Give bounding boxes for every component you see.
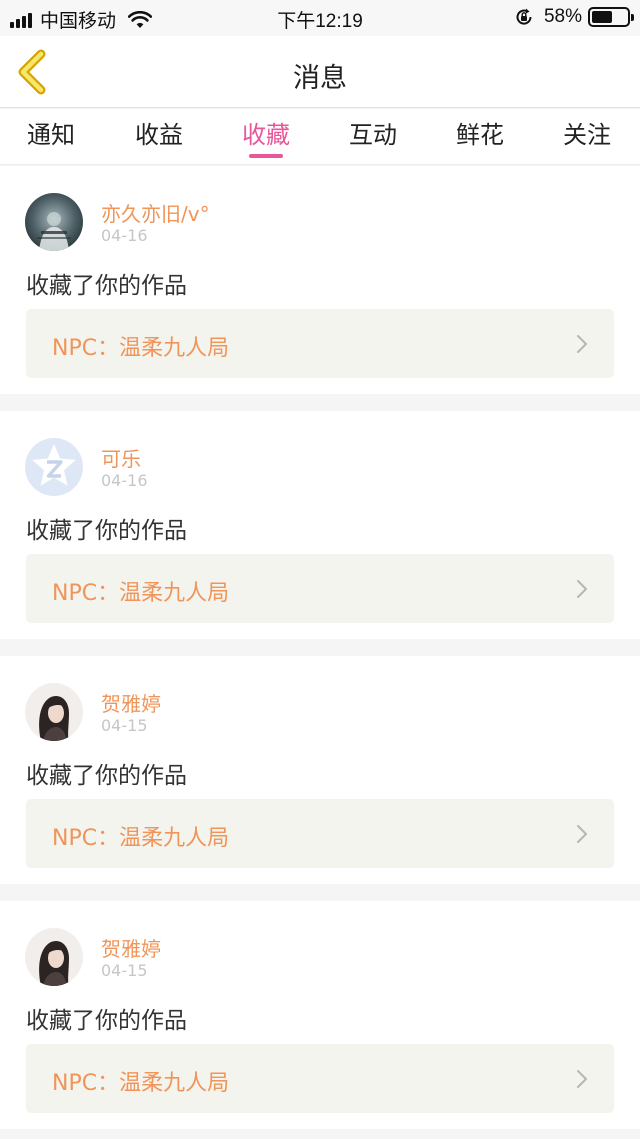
timestamp: 04-16 xyxy=(101,226,148,245)
work-link[interactable]: NPC：温柔九人局 xyxy=(26,799,614,868)
avatar-photo-girl xyxy=(25,683,83,741)
username[interactable]: 贺雅婷 xyxy=(101,688,161,717)
avatar-photo-girl xyxy=(25,928,83,986)
tab-bar: 通知 收益 收藏 互动 鲜花 关注 xyxy=(0,109,640,165)
tab-label: 收益 xyxy=(135,121,183,149)
work-title: NPC：温柔九人局 xyxy=(52,336,230,361)
list-item: 亦久亦旧/v° 04-16 收藏了你的作品 NPC：温柔九人局 xyxy=(0,166,640,394)
rotation-lock-icon xyxy=(516,8,532,25)
work-title: NPC：温柔九人局 xyxy=(52,1071,230,1096)
tab-interaction[interactable]: 互动 xyxy=(323,115,423,150)
default-avatar-icon xyxy=(25,438,83,496)
list-item: 贺雅婷 04-15 收藏了你的作品 NPC：温柔九人局 xyxy=(0,656,640,884)
chevron-right-icon xyxy=(577,825,587,843)
tab-favorites[interactable]: 收藏 xyxy=(216,115,316,158)
battery-percent: 58% xyxy=(543,6,582,27)
tab-indicator xyxy=(249,154,283,158)
work-link[interactable]: NPC：温柔九人局 xyxy=(26,554,614,623)
tab-label: 鲜花 xyxy=(456,121,504,149)
tab-label: 通知 xyxy=(27,121,75,149)
work-title: NPC：温柔九人局 xyxy=(52,581,230,606)
tab-income[interactable]: 收益 xyxy=(109,115,209,150)
action-text: 收藏了你的作品 xyxy=(26,273,187,299)
username[interactable]: 亦久亦旧/v° xyxy=(101,198,210,227)
username[interactable]: 贺雅婷 xyxy=(101,933,161,962)
list-item: 可乐 04-16 收藏了你的作品 NPC：温柔九人局 xyxy=(0,411,640,639)
tab-flowers[interactable]: 鲜花 xyxy=(430,115,530,150)
timestamp: 04-15 xyxy=(101,961,148,980)
tab-follow[interactable]: 关注 xyxy=(537,115,637,150)
battery-level xyxy=(592,11,612,23)
avatar[interactable] xyxy=(25,438,83,496)
timestamp: 04-16 xyxy=(101,471,148,490)
chevron-right-icon xyxy=(577,1070,587,1088)
work-link[interactable]: NPC：温柔九人局 xyxy=(26,309,614,378)
status-right: 58% xyxy=(514,6,634,28)
avatar[interactable] xyxy=(25,683,83,741)
action-text: 收藏了你的作品 xyxy=(26,518,187,544)
avatar[interactable] xyxy=(25,193,83,251)
work-title: NPC：温柔九人局 xyxy=(52,826,230,851)
avatar[interactable] xyxy=(25,928,83,986)
timestamp: 04-15 xyxy=(101,716,148,735)
tab-notice[interactable]: 通知 xyxy=(1,115,101,150)
tab-label: 收藏 xyxy=(242,121,290,149)
navigation-bar: 消息 xyxy=(0,36,640,108)
chevron-right-icon xyxy=(577,580,587,598)
chevron-right-icon xyxy=(577,335,587,353)
tab-label: 互动 xyxy=(349,121,397,149)
tab-label: 关注 xyxy=(563,121,611,149)
avatar-photo-dark xyxy=(25,193,83,251)
action-text: 收藏了你的作品 xyxy=(26,763,187,789)
username[interactable]: 可乐 xyxy=(101,443,141,472)
list-item: 贺雅婷 04-15 收藏了你的作品 NPC：温柔九人局 xyxy=(0,901,640,1129)
status-bar: 中国移动 下午12:19 58% xyxy=(0,0,640,36)
work-link[interactable]: NPC：温柔九人局 xyxy=(26,1044,614,1113)
action-text: 收藏了你的作品 xyxy=(26,1008,187,1034)
page-title: 消息 xyxy=(293,63,347,94)
battery-icon xyxy=(588,7,634,27)
